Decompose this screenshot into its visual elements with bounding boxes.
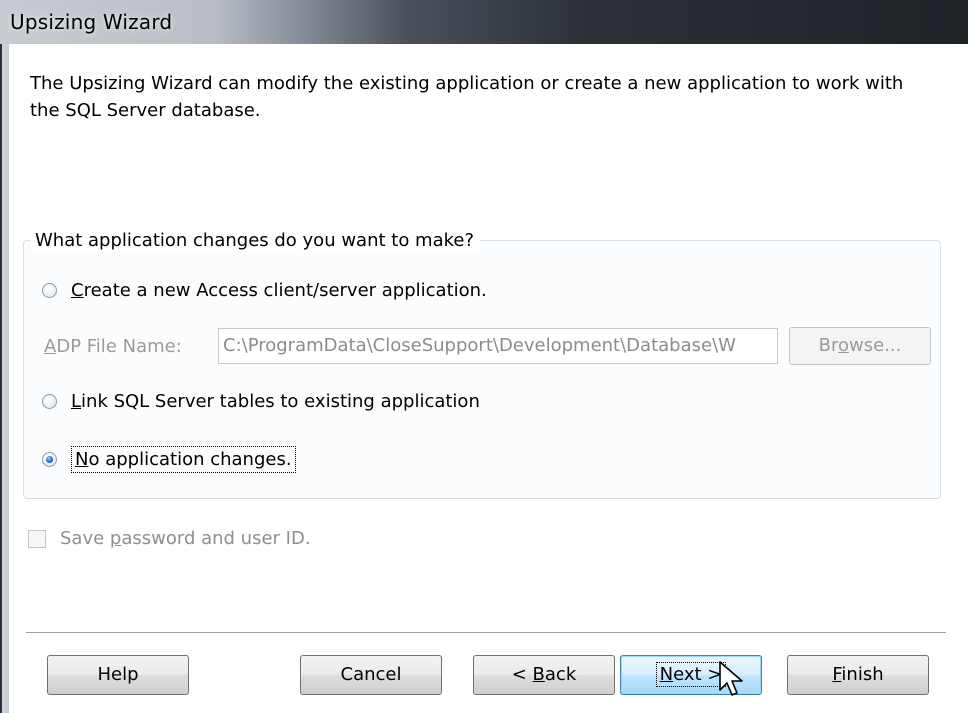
radio-button-icon[interactable] (42, 283, 57, 298)
browse-button[interactable]: Browse... (789, 327, 931, 365)
radio-create-new-app[interactable]: Create a new Access client/server applic… (42, 280, 487, 301)
radio-label-link[interactable]: Link SQL Server tables to existing appli… (71, 391, 480, 412)
finish-button[interactable]: Finish (787, 655, 929, 695)
help-button[interactable]: Help (47, 655, 189, 695)
adp-file-name-input[interactable]: C:\ProgramData\CloseSupport\Development\… (218, 328, 778, 364)
save-password-checkbox-row[interactable]: Save password and user ID. (28, 528, 311, 549)
save-password-label[interactable]: Save password and user ID. (60, 528, 311, 549)
radio-button-icon[interactable] (42, 394, 57, 409)
adp-file-name-label: ADP File Name: (44, 336, 182, 357)
radio-button-selected-icon[interactable] (42, 452, 57, 467)
back-button[interactable]: < Back (473, 655, 615, 695)
group-legend: What application changes do you want to … (31, 230, 481, 251)
window-frame-edge (0, 44, 2, 713)
radio-label-create[interactable]: Create a new Access client/server applic… (71, 280, 487, 301)
intro-text: The Upsizing Wizard can modify the exist… (30, 73, 904, 121)
save-password-checkbox[interactable] (28, 529, 46, 548)
cancel-button[interactable]: Cancel (300, 655, 442, 695)
radio-link-tables[interactable]: Link SQL Server tables to existing appli… (42, 391, 480, 412)
radio-no-changes[interactable]: No application changes. (42, 446, 296, 473)
radio-label-no-changes[interactable]: No application changes. (71, 446, 296, 473)
mouse-pointer-icon (719, 661, 743, 696)
window-title: Upsizing Wizard (10, 10, 173, 34)
title-bar: Upsizing Wizard (0, 0, 968, 44)
button-separator-highlight (26, 633, 946, 634)
